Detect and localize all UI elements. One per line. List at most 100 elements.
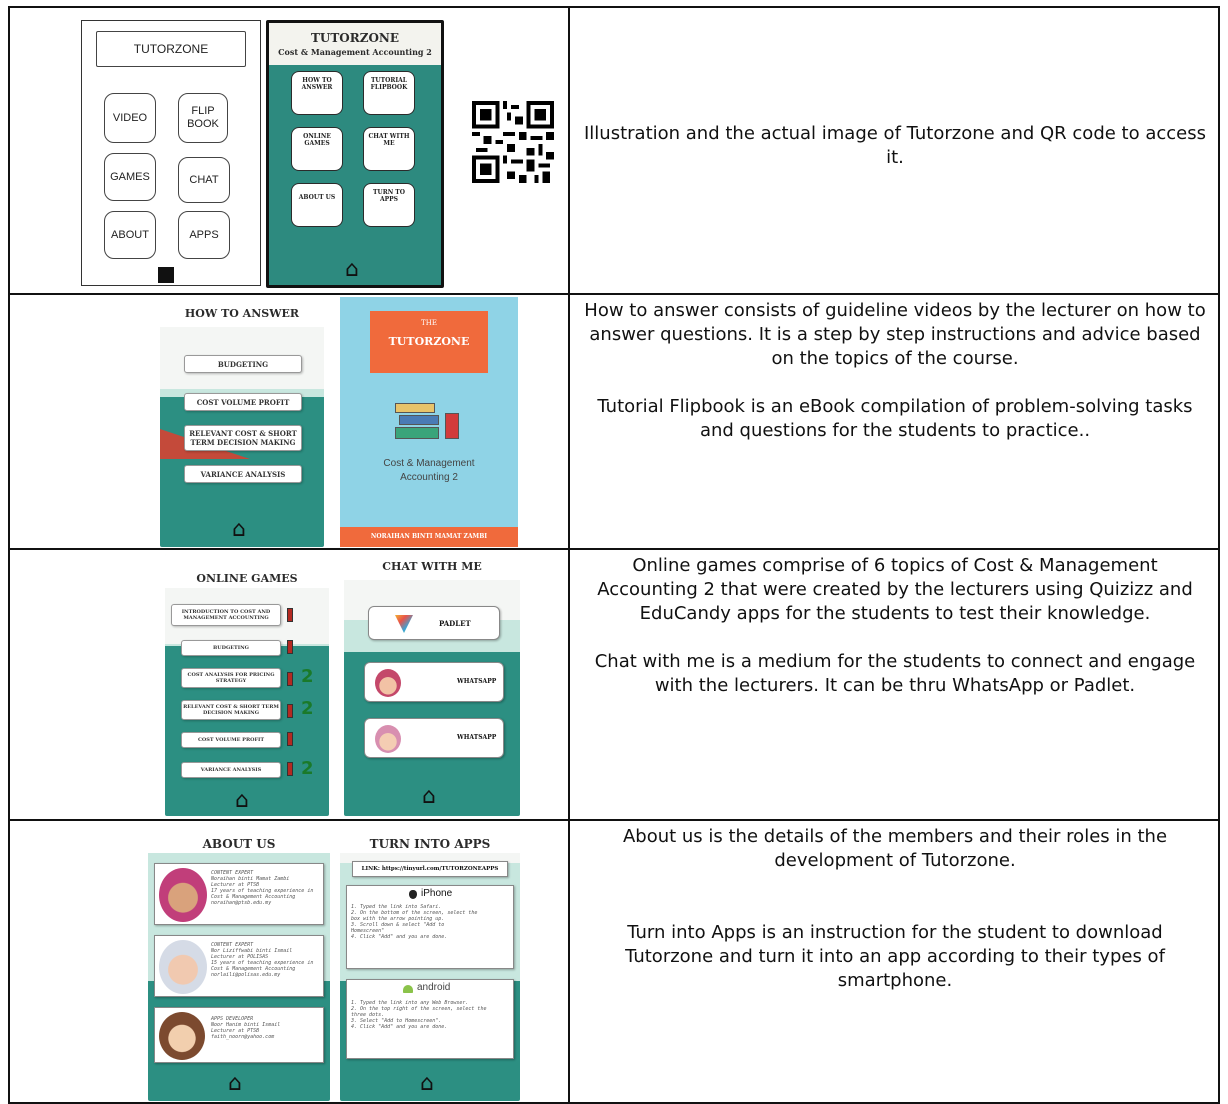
app-title: TUTORZONE [310,31,400,45]
android-icon [403,985,413,993]
game-topic-button: VARIANCE ANALYSIS [181,762,281,778]
android-label: android [417,982,451,993]
screen-title: CHAT WITH ME [382,560,482,573]
row-description: How to answer consists of guideline vide… [584,300,1206,369]
app-tile: HOW TO ANSWER [291,71,343,115]
screen-title: ABOUT US [202,837,276,851]
image-cell: ABOUT US CONTENT EXPERT Noraihan binti M… [8,819,570,1104]
image-cell: ONLINE GAMES INTRODUCTION TO COST AND MA… [8,548,570,821]
wireframe-sketch: TUTORZONE VIDEO FLIP BOOK GAMES CHAT ABO… [81,20,261,286]
image-cell: TUTORZONE VIDEO FLIP BOOK GAMES CHAT ABO… [8,6,570,295]
row-description: About us is the details of the members a… [622,826,1168,871]
text-cell: Illustration and the actual image of Tut… [568,6,1220,295]
game-topic-button: INTRODUCTION TO COST AND MANAGEMENT ACCO… [171,604,281,626]
member-card: CONTENT EXPERT Nor Liziffwabi binti Isma… [154,935,324,997]
game-topic-button: COST VOLUME PROFIT [181,732,281,748]
app-tile: ONLINE GAMES [291,127,343,171]
table-row: ABOUT US CONTENT EXPERT Noraihan binti M… [8,819,1220,1104]
table-row: HOW TO ANSWER BUDGETING COST VOLUME PROF… [8,293,1220,550]
books-illustration-icon [395,395,465,445]
padlet-label: PADLET [439,619,471,628]
avatar [375,669,401,697]
topic-button: RELEVANT COST & SHORT TERM DECISION MAKI… [184,425,302,451]
sketch-button: FLIP BOOK [178,93,228,143]
badge-two: 2 [301,698,314,719]
game-icon [287,732,293,746]
image-cell: HOW TO ANSWER BUDGETING COST VOLUME PROF… [8,293,570,550]
game-topic-button: COST ANALYSIS FOR PRICING STRATEGY [181,668,281,688]
row-description: Turn into Apps is an instruction for the… [625,922,1165,991]
game-icon [287,762,293,776]
book-title: TUTORZONE [388,335,470,348]
game-topic-button: BUDGETING [181,640,281,656]
iphone-steps: 1. Typed the link into Safari. 2. On the… [351,904,478,940]
game-icon [287,608,293,622]
member-info: APPS DEVELOPER Noor Hanim binti Ismail L… [211,1016,281,1040]
android-instructions: android 1. Typed the link into any Web B… [346,979,514,1059]
how-to-answer-screenshot: HOW TO ANSWER BUDGETING COST VOLUME PROF… [160,299,324,547]
screen-title: HOW TO ANSWER [184,307,300,320]
home-icon: ⌂ [235,788,249,813]
iphone-instructions: iPhone 1. Typed the link into Safari. 2.… [346,885,514,969]
apple-icon [409,890,417,899]
whatsapp-button: WHATSAPP [364,718,504,758]
home-icon: ⌂ [420,1071,434,1096]
sketch-button: VIDEO [104,93,156,143]
game-icon [287,640,293,654]
app-subtitle: Cost & Management Accounting 2 [278,47,432,57]
app-tile: TURN TO APPS [363,183,415,227]
sketch-button: CHAT [178,157,230,203]
book-subtitle: Cost & Management Accounting 2 [383,458,475,483]
flipbook-cover: THE TUTORZONE Cost & Management Accounti… [340,297,518,547]
row-description: Illustration and the actual image of Tut… [583,123,1206,168]
app-tile: CHAT WITH ME [363,127,415,171]
whatsapp-button: WHATSAPP [364,662,504,702]
android-steps: 1. Typed the link into any Web Browser. … [351,1000,487,1030]
link-box: LINK: https://tinyurl.com/TUTORZONEAPPS [352,861,508,877]
avatar [159,1012,205,1060]
screen-title: TURN INTO APPS [369,837,491,851]
padlet-button: PADLET [368,606,500,640]
member-card: CONTENT EXPERT Noraihan binti Mamat Zamb… [154,863,324,925]
whatsapp-label: WHATSAPP [457,734,497,741]
member-card: APPS DEVELOPER Noor Hanim binti Ismail L… [154,1007,324,1063]
padlet-icon [395,615,413,633]
tutorzone-table: TUTORZONE VIDEO FLIP BOOK GAMES CHAT ABO… [8,6,1220,1104]
about-us-screenshot: ABOUT US CONTENT EXPERT Noraihan binti M… [148,823,330,1101]
home-icon: ⌂ [228,1071,242,1096]
sketch-title: TUTORZONE [96,31,246,67]
sketch-button: GAMES [104,153,156,201]
home-icon: ⌂ [422,784,436,809]
online-games-screenshot: ONLINE GAMES INTRODUCTION TO COST AND MA… [165,554,329,816]
home-icon: ⌂ [345,257,359,282]
text-cell: Online games comprise of 6 topics of Cos… [568,548,1220,821]
member-info: CONTENT EXPERT Nor Liziffwabi binti Isma… [211,942,314,978]
game-icon [287,704,293,718]
avatar [375,725,401,753]
game-topic-button: RELEVANT COST & SHORT TERM DECISION MAKI… [181,700,281,720]
qr-code [472,100,554,184]
topic-button: COST VOLUME PROFIT [184,393,302,411]
sketch-button: ABOUT [104,211,156,259]
topic-button: VARIANCE ANALYSIS [184,465,302,483]
whatsapp-label: WHATSAPP [457,678,497,685]
home-icon: ⌂ [232,517,246,542]
sketch-button: APPS [178,211,230,259]
badge-two: 2 [301,666,314,687]
chat-with-me-screenshot: CHAT WITH ME PADLET WHATSAPP WHATSAPP ⌂ [344,550,520,816]
text-cell: How to answer consists of guideline vide… [568,293,1220,550]
row-description: Online games comprise of 6 topics of Cos… [597,555,1193,624]
row-description: Tutorial Flipbook is an eBook compilatio… [597,396,1193,441]
topic-button: BUDGETING [184,355,302,373]
text-cell: About us is the details of the members a… [568,819,1220,1104]
table-row: TUTORZONE VIDEO FLIP BOOK GAMES CHAT ABO… [8,6,1220,295]
iphone-label: iPhone [421,888,453,899]
avatar [159,940,207,994]
screen-title: ONLINE GAMES [196,572,298,585]
badge-two: 2 [301,758,314,779]
app-tile: ABOUT US [291,183,343,227]
table-row: ONLINE GAMES INTRODUCTION TO COST AND MA… [8,548,1220,821]
row-description: Chat with me is a medium for the student… [594,651,1196,696]
game-icon [287,672,293,686]
member-info: CONTENT EXPERT Noraihan binti Mamat Zamb… [211,870,314,906]
